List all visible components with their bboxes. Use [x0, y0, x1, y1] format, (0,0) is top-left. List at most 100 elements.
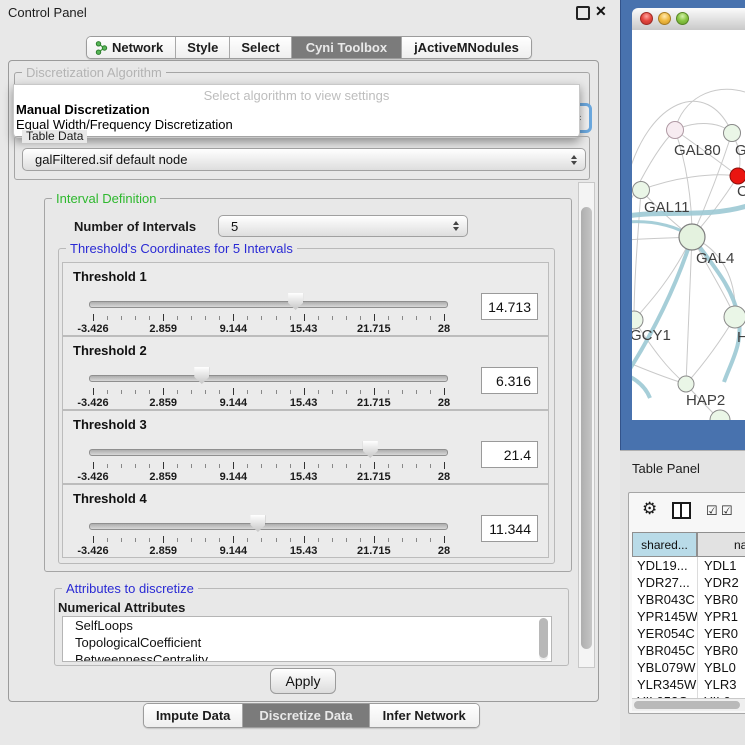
slider-tick	[360, 464, 361, 468]
column-header-name[interactable]: na	[697, 532, 745, 557]
slider-tick	[430, 316, 431, 320]
attribute-item[interactable]: BetweennessCentrality	[63, 651, 551, 662]
slider-tick	[416, 538, 417, 542]
table-row[interactable]: YBL079WYBL0	[632, 659, 745, 676]
slider-tick	[332, 464, 333, 468]
node-hap2[interactable]	[678, 376, 694, 392]
scrollbar-thumb[interactable]	[581, 207, 592, 649]
slider-tick	[402, 390, 403, 394]
slider-track[interactable]	[89, 375, 448, 382]
node-partial-bottom[interactable]	[710, 410, 730, 420]
table-row[interactable]: YDR27...YDR2	[632, 574, 745, 591]
numerical-attributes-label: Numerical Attributes	[58, 600, 185, 615]
slider-tick	[304, 536, 305, 543]
close-icon[interactable]: ✕	[595, 3, 607, 20]
cell-shared-name: YLR345W	[632, 677, 700, 692]
column-header-shared-name[interactable]: shared...	[632, 532, 697, 557]
svg-text:GCY1: GCY1	[632, 327, 671, 344]
slider-tick	[121, 316, 122, 320]
network-icon	[95, 41, 108, 55]
tab-impute-data[interactable]: Impute Data	[144, 704, 242, 727]
vertical-scrollbar[interactable]	[578, 182, 595, 668]
table-row[interactable]: YBR045CYBR0	[632, 642, 745, 659]
slider-tick	[233, 314, 234, 321]
dropdown-option-manual-discretization[interactable]: Manual Discretization	[16, 102, 150, 117]
node-partial-top-right[interactable]	[724, 125, 741, 142]
minimize-traffic-light-icon[interactable]	[658, 12, 671, 25]
threshold-value-field[interactable]: 14.713	[481, 293, 538, 320]
slider-tick	[149, 464, 150, 468]
slider-tick	[332, 316, 333, 320]
threshold-value-field[interactable]: 11.344	[481, 515, 538, 542]
horizontal-scrollbar[interactable]	[632, 698, 745, 711]
checkbox-icon[interactable]: ☑	[721, 503, 733, 519]
cell-shared-name: YBL079W	[632, 660, 700, 675]
dropdown-prompt: Select algorithm to view settings	[14, 88, 579, 103]
network-window-titlebar[interactable]	[632, 8, 745, 31]
slider-tick-label: 2.859	[149, 545, 177, 557]
tab-label: Select	[241, 40, 279, 55]
slider-tick	[444, 314, 445, 321]
tab-jactivemnodules[interactable]: jActiveMNodules	[401, 37, 531, 58]
slider-tick	[360, 538, 361, 542]
table-data-combo[interactable]: galFiltered.sif default node	[22, 148, 586, 171]
cell-name: YBL0	[700, 660, 736, 675]
slider-tick	[346, 316, 347, 320]
node-gal80[interactable]	[667, 122, 684, 139]
scrollbar-thumb[interactable]	[539, 618, 548, 658]
slider-tick	[177, 538, 178, 542]
number-of-intervals-combo[interactable]: 5	[218, 215, 468, 237]
table-row[interactable]: YER054CYER0	[632, 625, 745, 642]
slider-tick	[332, 390, 333, 394]
slider-tick	[93, 462, 94, 469]
network-view-canvas[interactable]: GAL80 GA C GAL11 GAL4 GCY1 H HAP2	[632, 30, 745, 420]
slider-tick	[304, 314, 305, 321]
slider-track[interactable]	[89, 449, 448, 456]
tab-select[interactable]: Select	[229, 37, 290, 58]
numerical-attributes-list[interactable]: SelfLoopsTopologicalCoefficientBetweenne…	[62, 616, 552, 662]
cell-shared-name: YER054C	[632, 626, 700, 641]
tab-infer-network[interactable]: Infer Network	[369, 704, 479, 727]
cell-shared-name: YDR27...	[632, 575, 700, 590]
node-gal4[interactable]	[679, 224, 705, 250]
node-table[interactable]: YDL19...YDL1YDR27...YDR2YBR043CYBR0YPR14…	[632, 557, 745, 698]
table-row[interactable]: YPR145WYPR1	[632, 608, 745, 625]
node-h[interactable]	[724, 306, 745, 328]
slider-tick	[388, 538, 389, 542]
table-row[interactable]: YBR043CYBR0	[632, 591, 745, 608]
gear-icon[interactable]: ⚙	[642, 499, 657, 519]
threshold-label: Threshold 4	[73, 491, 147, 506]
attributes-list-scrollbar[interactable]	[539, 618, 548, 660]
slider-tick-label: -3.426	[77, 471, 108, 483]
threshold-value-field[interactable]: 21.4	[481, 441, 538, 468]
slider-track[interactable]	[89, 523, 448, 530]
slider-tick	[332, 538, 333, 542]
slider-tick	[177, 390, 178, 394]
tab-label: Discretize Data	[259, 708, 352, 723]
bottom-tab-bar: Impute Data Discretize Data Infer Networ…	[143, 703, 480, 728]
slider-tick	[430, 538, 431, 542]
node-red-selected[interactable]	[730, 168, 745, 184]
slider-tick-label: 21.715	[357, 397, 391, 409]
scrollbar-thumb[interactable]	[634, 701, 740, 709]
close-traffic-light-icon[interactable]	[640, 12, 653, 25]
threshold-value-field[interactable]: 6.316	[481, 367, 538, 394]
tab-style[interactable]: Style	[175, 37, 229, 58]
apply-button[interactable]: Apply	[270, 668, 336, 694]
checkbox-icon[interactable]: ☑	[706, 503, 718, 519]
node-gal11[interactable]	[633, 182, 650, 199]
table-panel-title: Table Panel	[632, 461, 700, 476]
attribute-item[interactable]: SelfLoops	[63, 617, 551, 634]
tab-discretize-data[interactable]: Discretize Data	[242, 704, 368, 727]
attribute-item[interactable]: TopologicalCoefficient	[63, 634, 551, 651]
slider-tick	[360, 390, 361, 394]
float-window-icon[interactable]	[576, 6, 590, 20]
split-columns-icon[interactable]	[672, 502, 691, 519]
table-row[interactable]: YLR345WYLR3	[632, 676, 745, 693]
slider-track[interactable]	[89, 301, 448, 308]
zoom-traffic-light-icon[interactable]	[676, 12, 689, 25]
slider-tick	[276, 464, 277, 468]
tab-cyni-toolbox[interactable]: Cyni Toolbox	[291, 37, 401, 58]
table-row[interactable]: YDL19...YDL1	[632, 557, 745, 574]
tab-network[interactable]: Network	[87, 37, 175, 58]
